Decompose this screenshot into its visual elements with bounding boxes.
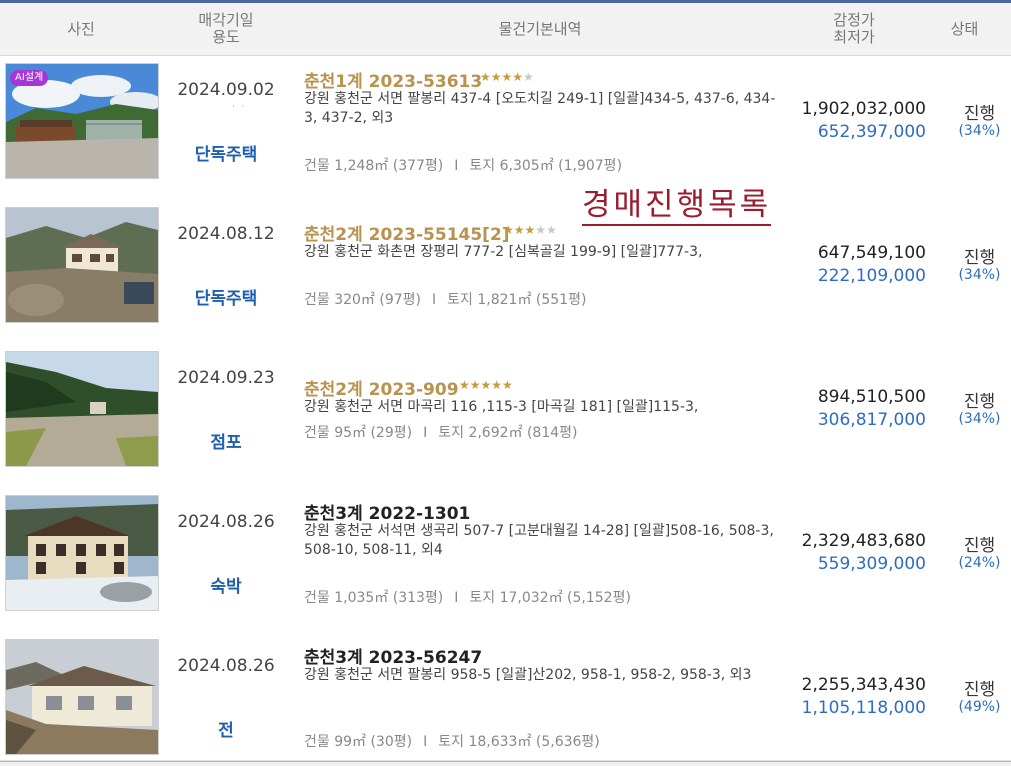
status-label: 진행 [963,392,996,412]
header-basic-info: 물건기본내역 [498,19,582,38]
minimum-price: 652,397,000 [817,122,926,142]
auction-list-overlay-title: 경매진행목록 [582,186,772,226]
property-address: 강원 홍천군 서면 마곡리 116 ,115-3 [마곡길 181] [일괄]1… [304,399,699,415]
table-row[interactable]: 2024.08.26 전 춘천3계 2023-56247 강원 홍천군 서면 팔… [0,632,1011,761]
land-area: 토지 17,032㎡ (5,152평) [469,590,631,606]
property-address: 강원 홍천군 서면 팔봉리 437-4 [오도치길 249-1] [일괄]434… [304,91,776,126]
minimum-percent: (49%) [958,699,1001,715]
table-row[interactable]: 2024.09.23 점포 춘천2계 2023-909 ★★★★★ 강원 홍천군… [0,344,1011,489]
header-photo: 사진 [67,19,95,38]
case-number[interactable]: 춘천3계 2022-1301 [304,499,470,524]
sale-date: 2024.09.02 [177,80,275,100]
rating-stars: ★★★★★ [503,223,557,237]
minimum-price: 306,817,000 [817,410,926,430]
property-address: 강원 홍천군 서면 팔봉리 958-5 [일괄]산202, 958-1, 958… [304,667,752,683]
sale-date: 2024.08.26 [177,656,275,676]
table-row[interactable]: AI설계 2024.09.02 · · 단독주택 춘천1계 2023-53613… [0,56,1011,202]
land-area: 토지 2,692㎡ (814평) [438,425,578,441]
minimum-percent: (34%) [958,123,1001,139]
property-photo[interactable] [5,639,159,755]
case-number[interactable]: 춘천2계 2023-55145[2] [304,220,510,245]
header-status: 상태 [950,19,979,38]
area-info: 건물 1,248㎡ (377평) I 토지 6,305㎡ (1,907평) [304,158,623,174]
minimum-percent: (34%) [958,411,1001,427]
date-dots: · · [232,102,247,112]
building-area: 건물 99㎡ (30평) [304,734,413,750]
status-label: 진행 [963,248,996,268]
table-row[interactable]: 2024.08.26 숙박 춘천3계 2022-1301 강원 홍천군 서석면 … [0,488,1011,633]
area-info: 건물 1,035㎡ (313평) I 토지 17,032㎡ (5,152평) [304,590,631,606]
minimum-price: 559,309,000 [817,554,926,574]
table-row[interactable]: 2024.08.12 단독주택 춘천2계 2023-55145[2] ★★★★★… [0,200,1011,345]
land-area: 토지 18,633㎡ (5,636평) [438,734,600,750]
land-area: 토지 1,821㎡ (551평) [447,292,587,308]
usage-type[interactable]: 전 [162,716,290,741]
appraisal-price: 1,902,032,000 [801,99,926,119]
status-label: 진행 [963,680,996,700]
sale-date: 2024.09.23 [177,368,275,388]
table-header: 사진 매각기일 용도 물건기본내역 감정가 최저가 상태 [0,3,1011,56]
property-address: 강원 홍천군 화촌면 장평리 777-2 [심복골길 199-9] [일괄]77… [304,244,703,260]
property-photo[interactable]: AI설계 [5,63,159,179]
appraisal-price: 2,329,483,680 [801,531,926,551]
header-price[interactable]: 감정가 최저가 [790,3,918,55]
minimum-percent: (34%) [958,267,1001,283]
rating-stars: ★★★★★ [459,378,513,392]
property-photo[interactable] [5,207,159,323]
minimum-price: 1,105,118,000 [801,698,926,718]
building-area: 건물 1,248㎡ (377평) [304,158,444,174]
rating-stars: ★★★★★ [480,70,534,84]
case-number[interactable]: 춘천1계 2023-53613 [304,67,482,92]
land-area: 토지 6,305㎡ (1,907평) [469,158,623,174]
status-label: 진행 [963,104,996,124]
ai-design-badge[interactable]: AI설계 [10,70,49,86]
bottom-scroll-strip[interactable] [0,761,1011,766]
area-info: 건물 320㎡ (97평) I 토지 1,821㎡ (551평) [304,292,587,308]
status-label: 진행 [963,536,996,556]
sale-date: 2024.08.12 [177,224,275,244]
minimum-price: 222,109,000 [817,266,926,286]
usage-type[interactable]: 단독주택 [162,284,290,309]
building-area: 건물 95㎡ (29평) [304,425,413,441]
building-area: 건물 1,035㎡ (313평) [304,590,444,606]
building-area: 건물 320㎡ (97평) [304,292,422,308]
case-number[interactable]: 춘천2계 2023-909 [304,375,459,400]
property-address: 강원 홍천군 서석면 생곡리 507-7 [고분대월길 14-28] [일괄]5… [304,523,774,558]
appraisal-price: 894,510,500 [817,387,926,407]
appraisal-price: 2,255,343,430 [801,675,926,695]
property-photo[interactable] [5,351,159,467]
usage-type[interactable]: 점포 [162,428,290,453]
header-date-usage: 매각기일 용도 [198,11,254,46]
sale-date: 2024.08.26 [177,512,275,532]
property-photo[interactable] [5,495,159,611]
area-info: 건물 95㎡ (29평) I 토지 2,692㎡ (814평) [304,425,578,441]
case-number[interactable]: 춘천3계 2023-56247 [304,643,482,668]
usage-type[interactable]: 단독주택 [162,140,290,165]
appraisal-price: 647,549,100 [817,243,926,263]
usage-type[interactable]: 숙박 [162,572,290,597]
minimum-percent: (24%) [958,555,1001,571]
area-info: 건물 99㎡ (30평) I 토지 18,633㎡ (5,636평) [304,734,600,750]
